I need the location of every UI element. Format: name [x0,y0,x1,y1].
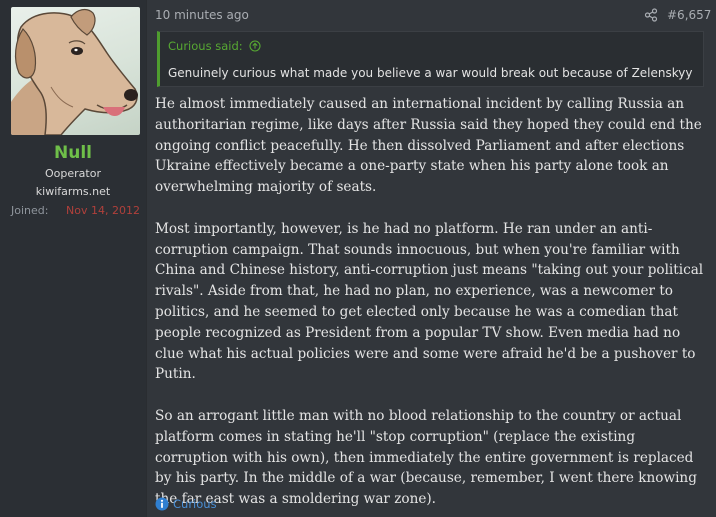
reaction-bar[interactable]: Curious [155,496,217,512]
username[interactable]: Null [0,143,146,163]
avatar-drawing [11,8,138,135]
user-info-panel: Null Ooperator kiwifarms.net Joined: Nov… [0,0,147,517]
forum-post: Null Ooperator kiwifarms.net Joined: Nov… [0,0,716,517]
dog-avatar-icon[interactable] [11,7,140,135]
body-paragraph: Most importantly, however, is he had no … [155,220,704,383]
quote-block: Curious said: Genuinely curious what mad… [157,31,704,87]
joined-date: Nov 14, 2012 [66,204,140,217]
body-paragraph: So an arrogant little man with no blood … [155,407,697,508]
quote-attribution[interactable]: Curious said: [168,39,261,53]
post-timestamp[interactable]: 10 minutes ago [155,8,249,22]
user-title: Ooperator [45,167,101,180]
post-body: He almost immediately caused an internat… [155,94,706,517]
reaction-label[interactable]: Curious [173,497,217,511]
body-paragraph: He almost immediately caused an internat… [155,96,702,196]
info-icon[interactable] [155,497,169,511]
joined-label: Joined: [11,204,49,217]
share-icon[interactable] [644,8,658,22]
user-site: kiwifarms.net [35,185,111,198]
quote-text: Genuinely curious what made you believe … [168,66,693,80]
jump-to-quote-icon[interactable] [249,40,261,52]
quote-attribution-text[interactable]: Curious said: [168,39,243,53]
post-number-link[interactable]: #6,657 [667,8,711,22]
